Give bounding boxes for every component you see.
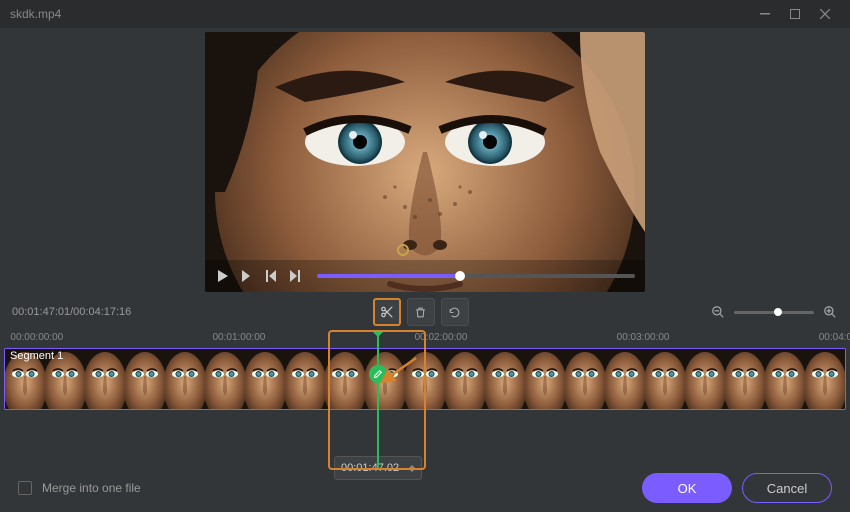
trash-icon	[414, 306, 427, 319]
timeline-thumbnail[interactable]	[85, 349, 125, 409]
player-controls	[205, 260, 645, 292]
ruler-tick: 00:03:00:00	[617, 332, 670, 343]
window-title: skdk.mp4	[10, 7, 750, 21]
timeline-thumbnail[interactable]	[525, 349, 565, 409]
timeline-thumbnail[interactable]	[725, 349, 765, 409]
undo-icon	[448, 306, 461, 319]
ruler-tick: 00:01:00:00	[213, 332, 266, 343]
time-ruler[interactable]: 00:00:00:00 00:01:00:00 00:02:00:00 00:03:0…	[4, 332, 846, 348]
ruler-tick: 00:02:00:00	[415, 332, 468, 343]
ruler-tick: 00:00:00:00	[10, 332, 63, 343]
edit-tools	[373, 298, 469, 326]
timeline-thumbnail[interactable]	[645, 349, 685, 409]
zoom-knob[interactable]	[774, 308, 782, 316]
cancel-button[interactable]: Cancel	[742, 473, 832, 503]
timeline-thumbnail[interactable]	[405, 349, 445, 409]
zoom-out-icon	[711, 305, 725, 319]
timeline-thumbnail[interactable]	[205, 349, 245, 409]
close-button[interactable]	[810, 4, 840, 24]
playhead-handle[interactable]	[369, 365, 387, 383]
zoom-out-button[interactable]	[710, 304, 726, 320]
timeline-thumbnail[interactable]	[165, 349, 205, 409]
prev-frame-button[interactable]	[263, 268, 279, 284]
timeline-thumbnail[interactable]	[805, 349, 845, 409]
play-button[interactable]	[215, 268, 231, 284]
ok-button[interactable]: OK	[642, 473, 732, 503]
maximize-button[interactable]	[780, 4, 810, 24]
undo-button[interactable]	[441, 298, 469, 326]
progress-fill	[317, 274, 460, 278]
timeline-thumbnail[interactable]	[325, 349, 365, 409]
progress-knob[interactable]	[455, 271, 465, 281]
video-preview	[205, 32, 645, 292]
timeline-thumbnail[interactable]	[565, 349, 605, 409]
progress-track[interactable]	[317, 274, 635, 278]
minimize-button[interactable]	[750, 4, 780, 24]
preview-area	[0, 28, 850, 292]
zoom-slider[interactable]	[734, 311, 814, 314]
timeline-thumbnail[interactable]	[485, 349, 525, 409]
playhead[interactable]	[377, 332, 379, 468]
edit-icon	[373, 369, 383, 379]
next-frame-button[interactable]	[287, 268, 303, 284]
play-segment-button[interactable]	[239, 268, 255, 284]
scissors-icon	[380, 305, 394, 319]
merge-label: Merge into one file	[42, 481, 141, 495]
timeline-thumbnail[interactable]	[685, 349, 725, 409]
timeline-track[interactable]	[4, 348, 846, 410]
timeline-area: Segment 1	[4, 348, 846, 410]
timecode-display: 00:01:47:01/00:04:17:16	[12, 306, 131, 318]
footer: Merge into one file OK Cancel	[0, 464, 850, 512]
timeline-thumbnail[interactable]	[245, 349, 285, 409]
toolbar: 00:01:47:01/00:04:17:16	[0, 292, 850, 332]
timeline-thumbnail[interactable]	[605, 349, 645, 409]
timeline-thumbnail[interactable]	[285, 349, 325, 409]
segment-label: Segment 1	[10, 350, 63, 362]
cut-button[interactable]	[373, 298, 401, 326]
zoom-controls	[710, 304, 838, 320]
timeline-thumbnail[interactable]	[125, 349, 165, 409]
timeline-thumbnail[interactable]	[765, 349, 805, 409]
zoom-in-button[interactable]	[822, 304, 838, 320]
timeline-thumbnail[interactable]	[445, 349, 485, 409]
zoom-in-icon	[823, 305, 837, 319]
delete-button[interactable]	[407, 298, 435, 326]
titlebar: skdk.mp4	[0, 0, 850, 28]
merge-checkbox[interactable]	[18, 481, 32, 495]
preview-frame-image	[205, 32, 645, 292]
ruler-tick: 00:04:00:00	[819, 332, 850, 343]
